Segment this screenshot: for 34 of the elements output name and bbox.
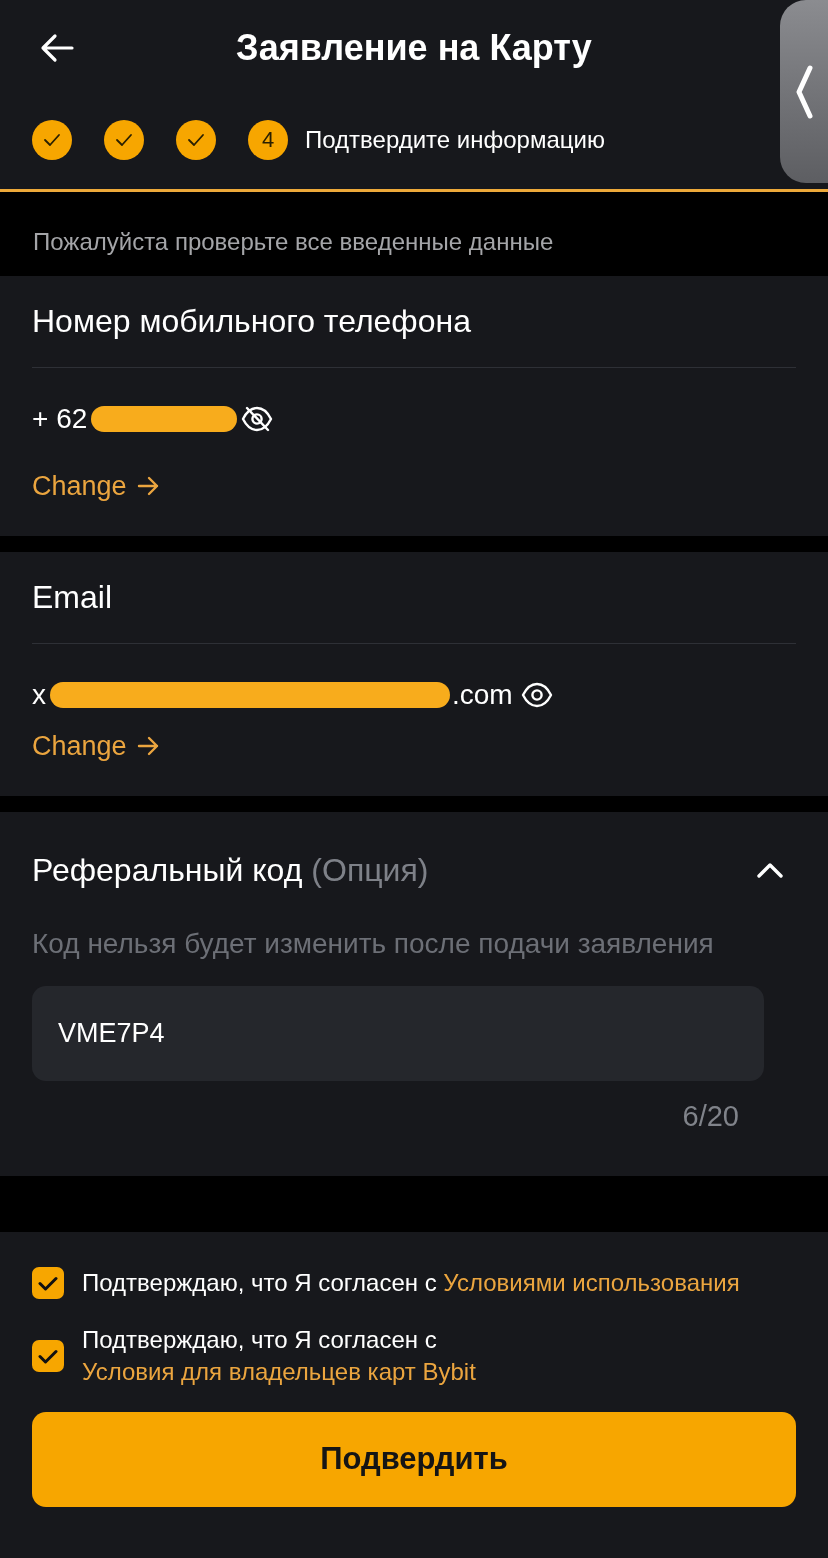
step-label: Подтвердите информацию xyxy=(305,125,605,155)
optional-note: (Опция) xyxy=(311,851,429,889)
section-heading: Email xyxy=(32,578,112,616)
character-counter: 6/20 xyxy=(682,1099,739,1133)
agreement-text: Подтверждаю, что Я согласен с Условия для владельцев карт Bybit xyxy=(82,1325,477,1387)
contact-value: x xyxy=(32,678,46,712)
confirm-button[interactable]: Подвердить xyxy=(32,1412,796,1507)
check-icon xyxy=(38,1275,58,1291)
chevron-up-icon[interactable] xyxy=(757,862,783,878)
change-link[interactable]: Change xyxy=(32,729,159,763)
checkbox[interactable] xyxy=(32,1340,64,1372)
check-icon xyxy=(38,1348,58,1364)
contact-value: + 62 xyxy=(32,402,88,436)
section-heading: Номер мобильного телефона xyxy=(32,302,471,340)
page-title: Заявление на Карту xyxy=(236,27,592,69)
hint-text: Код нельзя будет изменить после подачи заявления xyxy=(32,927,714,961)
change-link[interactable]: Change xyxy=(32,469,159,503)
chevron-left-icon xyxy=(795,64,813,119)
checkbox[interactable] xyxy=(32,1267,64,1299)
eye-icon[interactable] xyxy=(520,681,553,709)
step-number: 4 xyxy=(248,120,288,160)
terms-link[interactable]: Условия для владельцев карт Bybit xyxy=(82,1358,476,1385)
section-heading: Реферальный код xyxy=(32,851,303,889)
arrow-right-icon xyxy=(136,476,159,496)
notice-text: Пожалуйста проверьте все введенные данные xyxy=(33,228,554,256)
side-panel-handle[interactable] xyxy=(780,0,828,183)
agreement-text: Подтверждаю, что Я согласен с Условиями использования xyxy=(82,1268,740,1298)
terms-link[interactable]: Условиями использования xyxy=(443,1269,740,1296)
arrow-left-icon xyxy=(40,33,74,63)
contact-value: .com xyxy=(452,678,513,712)
back-button[interactable] xyxy=(40,33,74,63)
arrow-right-icon xyxy=(136,736,159,756)
referral-code-field[interactable]: VME7P4 xyxy=(32,986,764,1081)
eye-slash-icon[interactable] xyxy=(241,405,274,433)
